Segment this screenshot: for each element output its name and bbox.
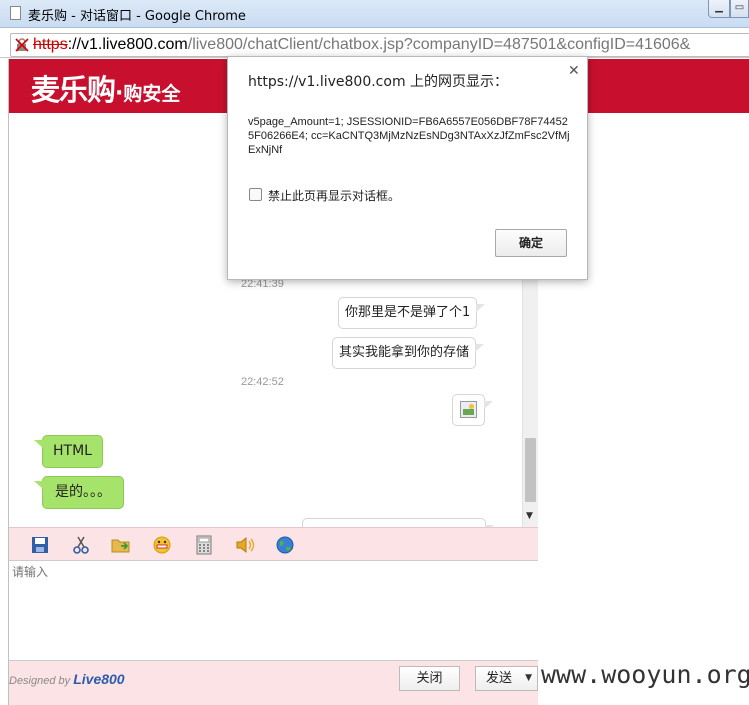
message-input[interactable]	[9, 561, 538, 660]
watermark: www.wooyun.org	[541, 660, 749, 689]
incoming-message: 是的。。。	[34, 476, 124, 509]
dialog-ok-button[interactable]: 确定	[495, 229, 567, 257]
address-bar: https://v1.live800.com/live800/chatClien…	[0, 29, 749, 58]
suppress-dialogs-checkbox[interactable]	[249, 188, 262, 201]
dialog-message: v5page_Amount=1; JSESSIONID=FB6A6557E056…	[248, 116, 570, 156]
speaker-icon[interactable]	[235, 535, 255, 555]
outgoing-message: 其实我能拿到你的存储	[332, 337, 485, 369]
url-text: https://v1.live800.com/live800/chatClien…	[33, 36, 690, 54]
message-timestamp: 22:42:52	[241, 376, 284, 388]
window-title: 麦乐购 - 对话窗口 - Google Chrome	[28, 9, 246, 24]
message-input-area[interactable]	[9, 560, 538, 661]
scroll-thumb[interactable]	[525, 438, 536, 502]
chat-footer: Designed by Live800 关闭 发送 ▼	[9, 661, 538, 705]
suppress-dialogs-label[interactable]: 禁止此页再显示对话框。	[268, 187, 400, 204]
emoticon-icon[interactable]	[152, 535, 172, 555]
outgoing-message-partial	[302, 518, 494, 527]
url-path: /live800/chatClient/chatbox.jsp?companyI…	[187, 36, 691, 53]
send-button[interactable]: 发送 ▼	[475, 666, 538, 691]
dialog-title: https://v1.live800.com 上的网页显示：	[248, 74, 509, 90]
scroll-down-arrow-icon[interactable]: ▼	[526, 511, 533, 521]
folder-icon[interactable]	[111, 535, 131, 555]
outgoing-image-message[interactable]	[452, 394, 493, 426]
url-host: ://v1.live800.com	[67, 36, 188, 53]
send-options-caret-icon[interactable]: ▼	[525, 667, 532, 690]
window-titlebar: 麦乐购 - 对话窗口 - Google Chrome ▁ ▭	[0, 0, 749, 28]
incoming-message: HTML	[34, 435, 103, 468]
designed-by-credit[interactable]: Designed by Live800	[9, 671, 125, 687]
outgoing-message: 你那里是不是弹了个1	[338, 297, 486, 329]
brand-logo: 麦乐购·购安全	[31, 73, 181, 107]
broken-image-icon	[460, 401, 477, 418]
url-field[interactable]: https://v1.live800.com/live800/chatClien…	[10, 33, 749, 57]
scissors-icon[interactable]	[71, 535, 91, 555]
calculator-icon[interactable]	[194, 535, 214, 555]
globe-icon[interactable]	[275, 535, 295, 555]
alert-dialog: https://v1.live800.com 上的网页显示： ✕ v5page_…	[227, 56, 588, 280]
page-icon	[10, 6, 21, 20]
close-button[interactable]: 关闭	[399, 666, 460, 691]
minimize-button[interactable]: ▁	[708, 0, 730, 18]
dialog-close-icon[interactable]: ✕	[568, 63, 580, 79]
broken-lock-icon	[15, 38, 29, 52]
chat-toolbar	[9, 527, 538, 560]
maximize-button[interactable]: ▭	[730, 0, 749, 18]
save-icon[interactable]	[30, 535, 50, 555]
url-scheme: https	[33, 36, 68, 53]
